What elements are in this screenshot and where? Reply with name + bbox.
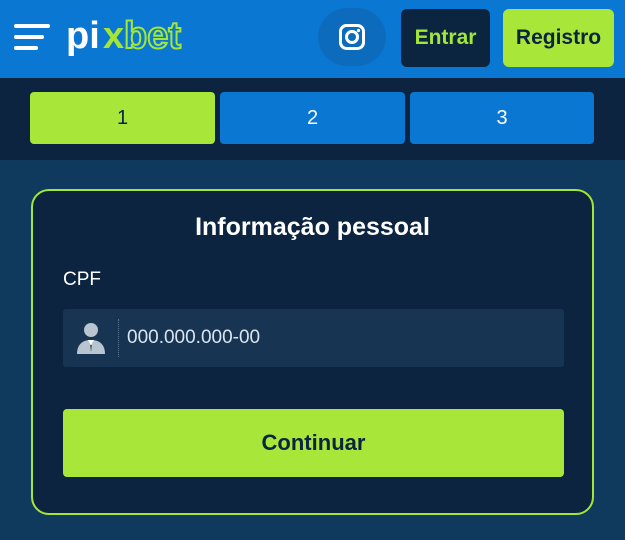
personal-info-card: Informação pessoal CPF Continuar <box>31 189 594 515</box>
form-title: Informação pessoal <box>195 213 430 241</box>
step-2[interactable]: 2 <box>220 92 405 144</box>
logo-text-pix: pi <box>66 15 100 57</box>
cpf-label: CPF <box>63 269 101 290</box>
logo-text-x: x <box>103 15 124 57</box>
step-indicator: 1 2 3 <box>0 78 625 160</box>
cpf-field[interactable] <box>63 309 564 367</box>
login-button[interactable]: Entrar <box>401 9 490 67</box>
pixbet-logo[interactable]: pi x bet <box>66 12 198 58</box>
step-1[interactable]: 1 <box>30 92 215 144</box>
instagram-icon <box>339 24 365 50</box>
input-divider <box>118 319 119 357</box>
step-3[interactable]: 3 <box>410 92 594 144</box>
user-icon <box>77 323 105 354</box>
cpf-input[interactable] <box>127 309 557 367</box>
logo-text-bet: bet <box>124 15 181 57</box>
register-button[interactable]: Registro <box>503 9 614 67</box>
instagram-button[interactable] <box>318 8 386 66</box>
top-header: pi x bet Entrar Registro <box>0 0 625 78</box>
hamburger-menu-icon[interactable] <box>14 24 50 50</box>
continue-button[interactable]: Continuar <box>63 409 564 477</box>
